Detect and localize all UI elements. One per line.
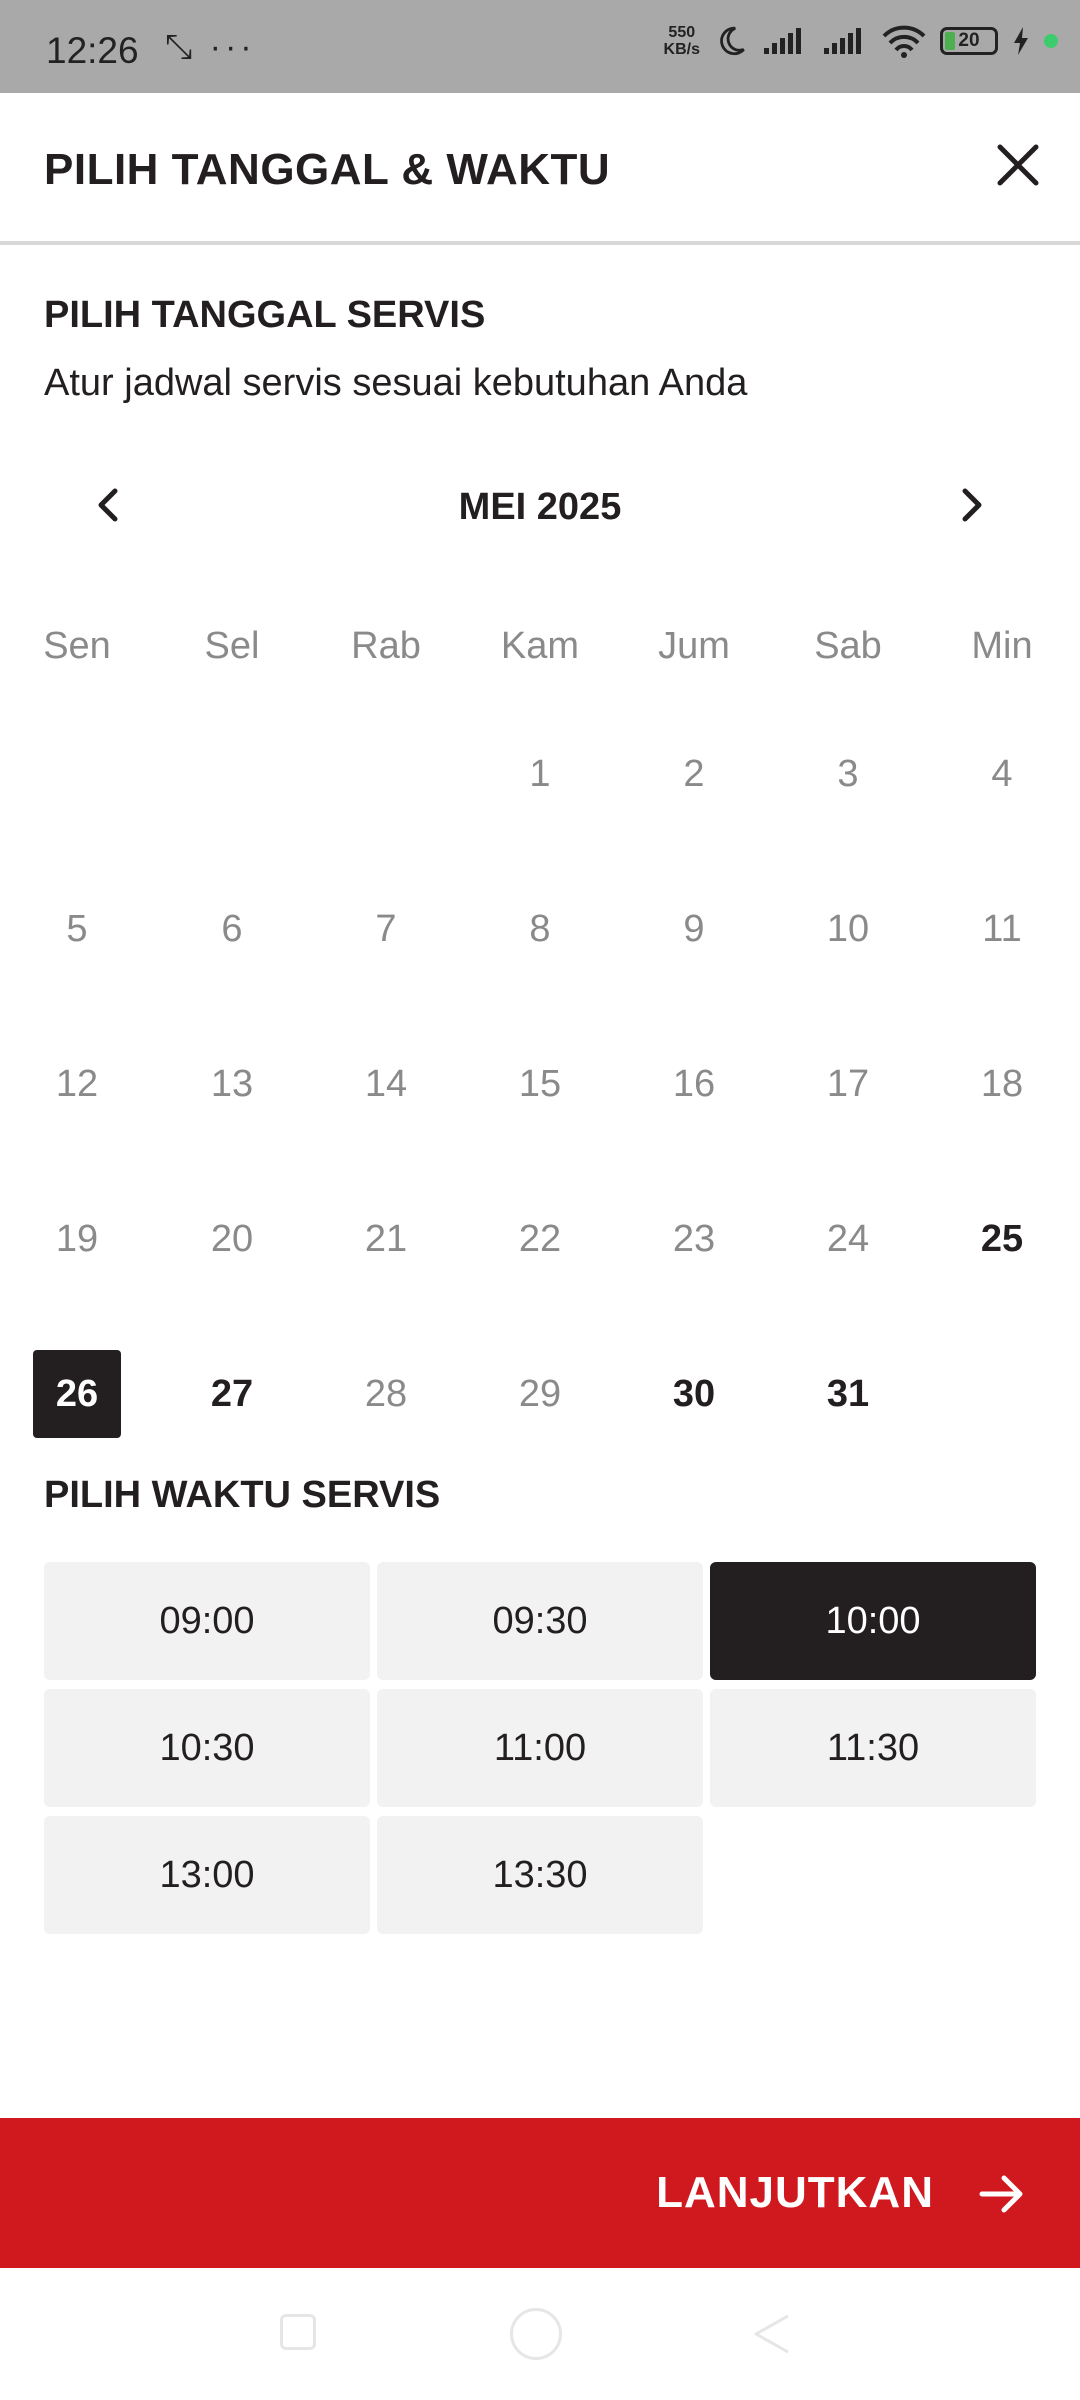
calendar-day[interactable]: 30 (650, 1350, 738, 1438)
modal-header: PILIH TANGGAL & WAKTU (0, 93, 1080, 245)
charging-icon (1014, 27, 1028, 55)
calendar-day: 21 (364, 1218, 408, 1260)
calendar-day: 22 (518, 1218, 562, 1260)
time-slot[interactable]: 13:30 (377, 1816, 703, 1934)
calendar-day: 10 (826, 908, 870, 950)
calendar-day: 9 (683, 908, 705, 950)
status-right-icons: 550 KB/s 20 (664, 24, 1058, 58)
calendar-day: 8 (529, 908, 551, 950)
calendar-day: 4 (991, 753, 1013, 795)
calendar-day: 2 (683, 753, 705, 795)
continue-button[interactable]: LANJUTKAN (0, 2118, 1080, 2268)
status-time: 12:26 (46, 30, 139, 71)
system-navigation-bar (0, 2268, 1080, 2400)
status-bar: 12:26 ⤡ ··· 550 KB/s 20 (0, 0, 1080, 93)
time-slot[interactable]: 10:30 (44, 1689, 370, 1807)
calendar-day: 5 (66, 908, 88, 950)
calendar-day: 6 (221, 908, 243, 950)
wifi-icon (882, 25, 926, 58)
time-slot[interactable]: 11:30 (710, 1689, 1036, 1807)
date-section-title: PILIH TANGGAL SERVIS (44, 294, 486, 336)
weekday-label: Min (971, 625, 1033, 667)
recent-apps-button[interactable] (280, 2314, 316, 2350)
calendar-day: 3 (837, 753, 859, 795)
privacy-indicator-dot (1044, 34, 1058, 48)
arrow-right-icon (979, 2175, 1023, 2213)
weekday-label: Sen (43, 625, 111, 667)
calendar-day: 17 (826, 1063, 870, 1105)
moon-icon (720, 26, 745, 56)
calendar-day: 24 (826, 1218, 870, 1260)
calendar-day: 11 (982, 908, 1022, 950)
signal-icon (764, 28, 801, 54)
continue-button-label: LANJUTKAN (656, 2168, 934, 2217)
calendar-day: 28 (364, 1373, 408, 1415)
close-icon[interactable] (992, 139, 1044, 191)
time-slot[interactable]: 09:30 (377, 1562, 703, 1680)
network-speed-unit: KB/s (663, 41, 700, 58)
network-speed-value: 550 (668, 24, 696, 41)
calendar-day: 29 (518, 1373, 562, 1415)
calendar-day: 16 (672, 1063, 716, 1105)
calendar-day: 20 (210, 1218, 254, 1260)
signal-icon (824, 28, 861, 54)
status-notification-icons: ⤡ ··· (165, 28, 256, 66)
calendar-day[interactable]: 31 (804, 1350, 892, 1438)
calendar-day: 12 (55, 1063, 99, 1105)
calendar-day: 19 (55, 1218, 99, 1260)
weekday-label: Jum (658, 625, 730, 667)
month-navigator: MEI 2025 (0, 470, 1080, 540)
time-section-title: PILIH WAKTU SERVIS (44, 1474, 441, 1516)
calendar-day: 18 (980, 1063, 1024, 1105)
chevron-right-icon[interactable] (946, 480, 996, 530)
time-slot[interactable]: 11:00 (377, 1689, 703, 1807)
time-slot[interactable]: 13:00 (44, 1816, 370, 1934)
back-icon[interactable] (752, 2312, 792, 2356)
date-section-subtitle: Atur jadwal servis sesuai kebutuhan Anda (44, 362, 748, 404)
battery-level: 20 (958, 30, 980, 51)
calendar-day: 7 (375, 908, 397, 950)
calendar-day[interactable]: 27 (188, 1350, 276, 1438)
time-slot-selected[interactable]: 10:00 (710, 1562, 1036, 1680)
weekday-label: Kam (500, 625, 580, 667)
calendar-day: 23 (672, 1218, 716, 1260)
calendar-day[interactable]: 25 (958, 1195, 1046, 1283)
calendar-day-selected[interactable]: 26 (33, 1350, 121, 1438)
weekday-label: Sel (204, 625, 260, 667)
page-title: PILIH TANGGAL & WAKTU (44, 145, 611, 194)
weekday-label: Rab (351, 625, 421, 667)
time-slot[interactable]: 09:00 (44, 1562, 370, 1680)
calendar-day: 1 (529, 753, 551, 795)
network-speed: 550 KB/s (664, 24, 700, 58)
month-label: MEI 2025 (458, 486, 622, 528)
weekday-label: Sab (814, 625, 882, 667)
home-button[interactable] (510, 2308, 562, 2360)
calendar-day: 13 (210, 1063, 254, 1105)
calendar-day: 15 (518, 1063, 562, 1105)
calendar-day: 14 (364, 1063, 408, 1105)
battery-icon: 20 (940, 27, 998, 55)
